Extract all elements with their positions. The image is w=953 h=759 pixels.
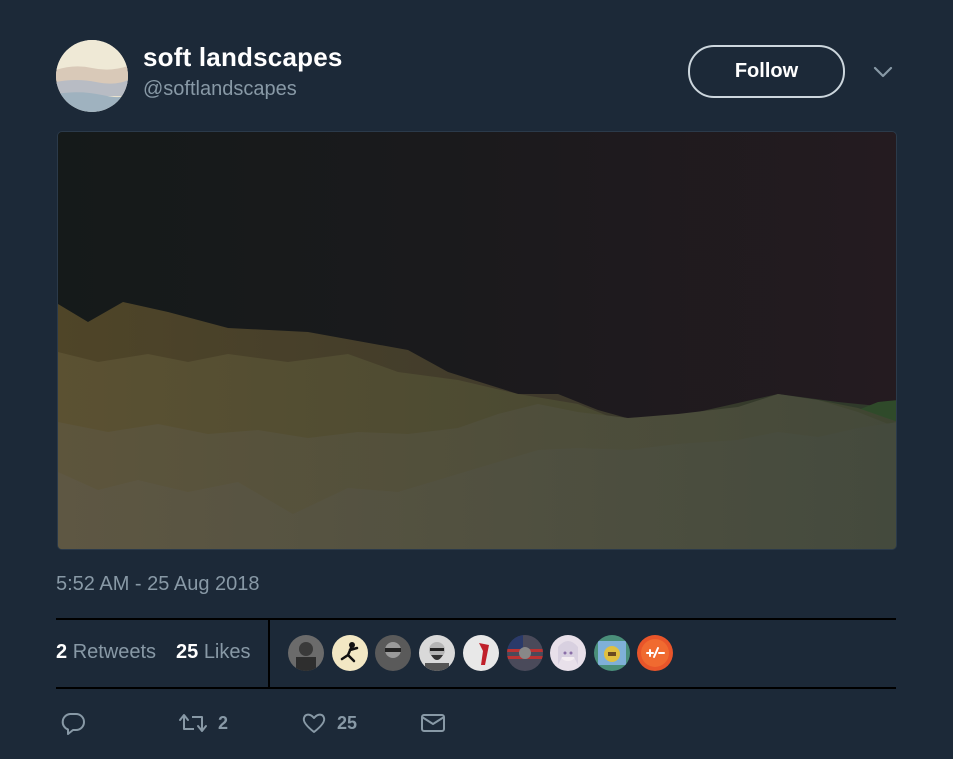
- retweets-stat[interactable]: 2 Retweets: [56, 641, 156, 664]
- divider: [56, 687, 896, 689]
- likes-count: 25: [176, 641, 199, 663]
- reply-icon: [61, 713, 85, 735]
- display-name[interactable]: soft landscapes: [143, 42, 343, 73]
- divider: [56, 618, 896, 620]
- liker-avatar-6[interactable]: [507, 635, 543, 671]
- tweet-timestamp[interactable]: 5:52 AM - 25 Aug 2018: [56, 573, 260, 596]
- like-count: 25: [337, 712, 358, 733]
- liker-avatar-7[interactable]: [550, 635, 586, 671]
- avatar-image: [56, 40, 128, 112]
- liker-avatar-9[interactable]: [637, 635, 673, 671]
- user-avatar[interactable]: [56, 40, 128, 112]
- liker-avatar-4[interactable]: [419, 635, 455, 671]
- landscape-image: [58, 132, 896, 549]
- user-handle[interactable]: @softlandscapes: [143, 78, 297, 101]
- liker-avatar-1[interactable]: [288, 635, 324, 671]
- tweet-media[interactable]: [57, 131, 897, 550]
- retweet-button[interactable]: 2: [178, 708, 228, 738]
- likes-label: Likes: [203, 641, 251, 663]
- retweet-count: 2: [218, 712, 229, 733]
- reply-button[interactable]: [60, 708, 86, 738]
- heart-icon: [302, 713, 326, 733]
- like-button[interactable]: 25: [301, 708, 357, 738]
- likes-stat[interactable]: 25 Likes: [176, 641, 251, 664]
- direct-message-button[interactable]: [420, 708, 446, 738]
- retweets-label: Retweets: [72, 641, 157, 663]
- liker-avatar-3[interactable]: [375, 635, 411, 671]
- follow-button[interactable]: Follow: [688, 45, 845, 98]
- chevron-down-icon[interactable]: [872, 62, 894, 82]
- retweets-count: 2: [56, 641, 68, 663]
- stats-separator: [268, 620, 270, 687]
- envelope-icon: [421, 714, 445, 732]
- liker-avatar-5[interactable]: [463, 635, 499, 671]
- liker-avatar-2[interactable]: [332, 635, 368, 671]
- liker-avatar-8[interactable]: [594, 635, 630, 671]
- retweet-icon: [179, 714, 207, 732]
